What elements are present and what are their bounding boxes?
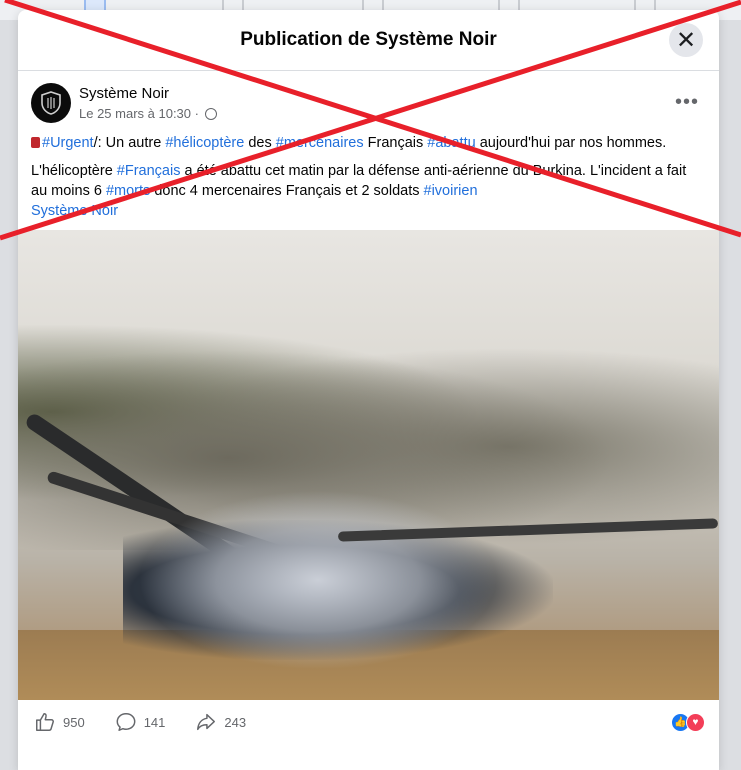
dialog-title: Publication de Système Noir (240, 29, 497, 50)
hashtag-mercenaires[interactable]: #mercenaires (276, 135, 364, 151)
engagement-bar: 950 141 243 👍 ♥ (18, 700, 719, 744)
flag-icon (31, 137, 40, 148)
hashtag-abattu[interactable]: #abattu (427, 135, 475, 151)
reaction-summary[interactable]: 👍 ♥ (671, 712, 705, 732)
more-options-button[interactable]: ••• (675, 91, 699, 114)
photo-smoke (138, 490, 498, 670)
share-count: 243 (224, 714, 247, 730)
globe-icon (204, 107, 217, 120)
author-name[interactable]: Système Noir (79, 85, 169, 102)
avatar[interactable] (31, 83, 71, 123)
close-icon: ✕ (675, 26, 697, 54)
share-icon (197, 713, 216, 731)
share-button[interactable]: 243 (195, 711, 246, 733)
love-reaction-icon: ♥ (686, 712, 705, 732)
hashtag-ivoirien[interactable]: #ivoirien (424, 183, 478, 199)
page-link[interactable]: Système Noir (31, 201, 706, 221)
post-text: #Urgent/: Un autre #hélicoptère des #mer… (18, 133, 719, 221)
post-dialog: Publication de Système Noir ✕ Système No… (18, 10, 719, 770)
post-meta: Le 25 mars à 10:30 · (79, 106, 217, 121)
like-button[interactable]: 950 (34, 711, 85, 733)
close-button[interactable]: ✕ (669, 23, 703, 57)
post-line-1: #Urgent/: Un autre #hélicoptère des #mer… (31, 133, 706, 153)
comment-count: 141 (143, 714, 166, 730)
like-icon (36, 713, 54, 731)
text-segment: des (244, 135, 276, 151)
text-segment: aujourd'hui par nos hommes. (475, 135, 667, 151)
hashtag-helicoptere[interactable]: #hélicoptère (165, 135, 244, 151)
post-header: Système Noir Le 25 mars à 10:30 · ••• (18, 71, 719, 133)
hashtag-francais[interactable]: #Français (117, 163, 181, 179)
text-segment: L'hélicoptère (31, 163, 117, 179)
more-icon: ••• (674, 91, 699, 113)
text-segment: donc 4 mercenaires Français et 2 soldats (150, 183, 424, 199)
hashtag-morts[interactable]: #morts (106, 183, 150, 199)
hashtag-urgent[interactable]: #Urgent (42, 135, 94, 151)
text-segment: /: Un autre (93, 135, 166, 151)
post-photo-helicopter-crash[interactable] (18, 230, 719, 700)
text-segment: Français (363, 135, 428, 151)
dialog-header: Publication de Système Noir ✕ (18, 10, 719, 71)
comment-button[interactable]: 141 (115, 711, 166, 733)
like-count: 950 (63, 714, 85, 730)
post-line-2: L'hélicoptère #Français a été abattu cet… (31, 161, 706, 201)
post-timestamp[interactable]: Le 25 mars à 10:30 · (79, 106, 199, 121)
shield-icon (41, 91, 61, 115)
comment-icon (116, 713, 136, 731)
